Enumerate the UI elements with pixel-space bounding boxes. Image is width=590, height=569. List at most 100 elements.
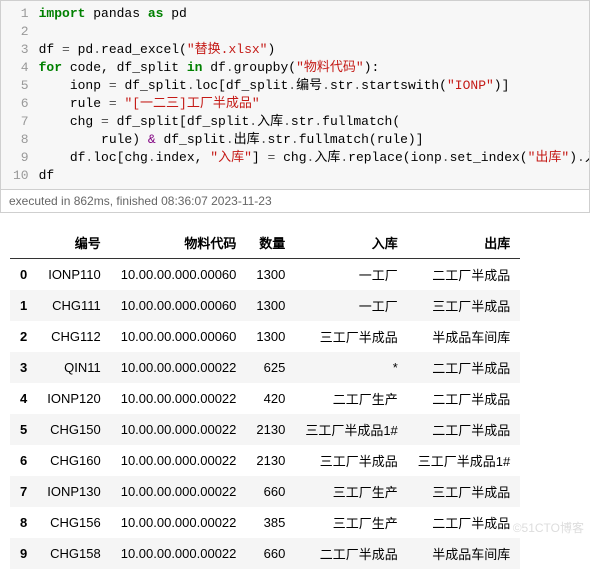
table-cell: 二工厂生产: [295, 383, 407, 414]
table-cell: 一工厂: [295, 259, 407, 291]
code-token: replace(ionp: [348, 150, 442, 165]
table-cell: 一工厂: [295, 290, 407, 321]
dataframe-output: 编号物料代码数量入库出库 0IONP11010.00.00.000.000601…: [10, 227, 520, 569]
code-token: "[一二三]工厂半成品": [124, 96, 259, 111]
table-cell: 1300: [246, 321, 295, 352]
code-token: df: [202, 60, 225, 75]
table-cell: 三工厂生产: [295, 476, 407, 507]
code-token: startswith(: [361, 78, 447, 93]
code-token: .: [187, 78, 195, 93]
table-cell: 420: [246, 383, 295, 414]
line-number: 7: [11, 113, 31, 131]
code-token: code, df_split: [62, 60, 187, 75]
table-cell: 三工厂半成品: [295, 445, 407, 476]
code-body[interactable]: import pandas as pddf = pd.read_excel("替…: [39, 5, 589, 185]
code-token: index,: [156, 150, 211, 165]
code-line[interactable]: ionp = df_split.loc[df_split.编号.str.star…: [39, 77, 583, 95]
code-token: "IONP": [447, 78, 494, 93]
row-index: 0: [10, 259, 37, 291]
column-header: 数量: [246, 227, 295, 259]
code-token: .: [340, 150, 348, 165]
code-token: pd: [163, 6, 186, 21]
code-token: .: [283, 114, 291, 129]
code-token: =: [62, 42, 70, 57]
table-cell: 10.00.00.000.00022: [111, 538, 247, 569]
code-token: chg: [275, 150, 306, 165]
column-header: 入库: [295, 227, 407, 259]
table-cell: CHG111: [37, 290, 110, 321]
code-token: df_split: [156, 132, 226, 147]
code-token: df: [39, 42, 62, 57]
code-token: )]: [494, 78, 510, 93]
code-line[interactable]: import pandas as pd: [39, 5, 583, 23]
line-number: 3: [11, 41, 31, 59]
code-token: rule: [39, 96, 109, 111]
code-token: df_split: [117, 78, 187, 93]
table-cell: 1300: [246, 259, 295, 291]
table-cell: 10.00.00.000.00022: [111, 414, 247, 445]
table-cell: 385: [246, 507, 295, 538]
code-token: fullmatch(: [322, 114, 400, 129]
code-token: loc[chg: [93, 150, 148, 165]
table-cell: 三工厂半成品: [408, 290, 520, 321]
table-cell: 三工厂半成品1#: [295, 414, 407, 445]
code-token: "出库": [528, 150, 570, 165]
code-token: chg: [39, 114, 101, 129]
table-cell: 半成品车间库: [408, 321, 520, 352]
code-line[interactable]: rule) & df_split.出库.str.fullmatch(rule)]: [39, 131, 583, 149]
code-token: .: [314, 114, 322, 129]
table-cell: 二工厂半成品: [408, 383, 520, 414]
code-token: "替换.xlsx": [187, 42, 268, 57]
code-token: str: [330, 78, 353, 93]
row-index: 1: [10, 290, 37, 321]
code-line[interactable]: for code, df_split in df.groupby("物料代码")…: [39, 59, 583, 77]
code-token: .: [93, 42, 101, 57]
table-cell: QIN11: [37, 352, 110, 383]
table-cell: CHG158: [37, 538, 110, 569]
line-number: 1: [11, 5, 31, 23]
code-token: .: [322, 78, 330, 93]
table-header-row: 编号物料代码数量入库出库: [10, 227, 520, 259]
code-token: .: [249, 114, 257, 129]
column-header: 物料代码: [111, 227, 247, 259]
code-token: rule): [39, 132, 148, 147]
table-row: 4IONP12010.00.00.000.00022420二工厂生产二工厂半成品: [10, 383, 520, 414]
code-token: for: [39, 60, 62, 75]
code-line[interactable]: rule = "[一二三]工厂半成品": [39, 95, 583, 113]
code-token: groupby(: [234, 60, 296, 75]
code-token: 编号: [296, 78, 322, 93]
code-line[interactable]: df = pd.read_excel("替换.xlsx"): [39, 41, 583, 59]
code-token: loc[df_split: [195, 78, 289, 93]
code-token: .: [148, 150, 156, 165]
table-cell: 10.00.00.000.00060: [111, 321, 247, 352]
table-cell: 2130: [246, 414, 295, 445]
table-cell: 三工厂半成品: [295, 321, 407, 352]
code-token: "物料代码": [296, 60, 364, 75]
row-index: 6: [10, 445, 37, 476]
table-cell: 625: [246, 352, 295, 383]
code-line[interactable]: df: [39, 167, 583, 185]
code-token: .: [226, 132, 234, 147]
code-token: df_split[df_split: [109, 114, 249, 129]
table-cell: 二工厂半成品: [408, 352, 520, 383]
code-token: df: [39, 150, 86, 165]
watermark: ©51CTO博客: [513, 519, 584, 536]
code-line[interactable]: [39, 23, 583, 41]
code-token: "入库": [210, 150, 252, 165]
code-line[interactable]: df.loc[chg.index, "入库"] = chg.入库.replace…: [39, 149, 583, 167]
code-line[interactable]: chg = df_split[df_split.入库.str.fullmatch…: [39, 113, 583, 131]
code-token: as: [148, 6, 164, 21]
code-token: ):: [364, 60, 380, 75]
table-cell: CHG156: [37, 507, 110, 538]
code-token: 出库: [234, 132, 260, 147]
code-token: 入库: [314, 150, 340, 165]
code-token: read_excel(: [101, 42, 187, 57]
table-cell: 660: [246, 538, 295, 569]
table-cell: 三工厂生产: [295, 507, 407, 538]
row-index: 2: [10, 321, 37, 352]
table-row: 2CHG11210.00.00.000.000601300三工厂半成品半成品车间…: [10, 321, 520, 352]
code-token: pandas: [85, 6, 147, 21]
table-cell: 三工厂半成品: [408, 476, 520, 507]
code-cell[interactable]: 12345678910 import pandas as pddf = pd.r…: [0, 0, 590, 190]
code-token: .: [577, 150, 585, 165]
